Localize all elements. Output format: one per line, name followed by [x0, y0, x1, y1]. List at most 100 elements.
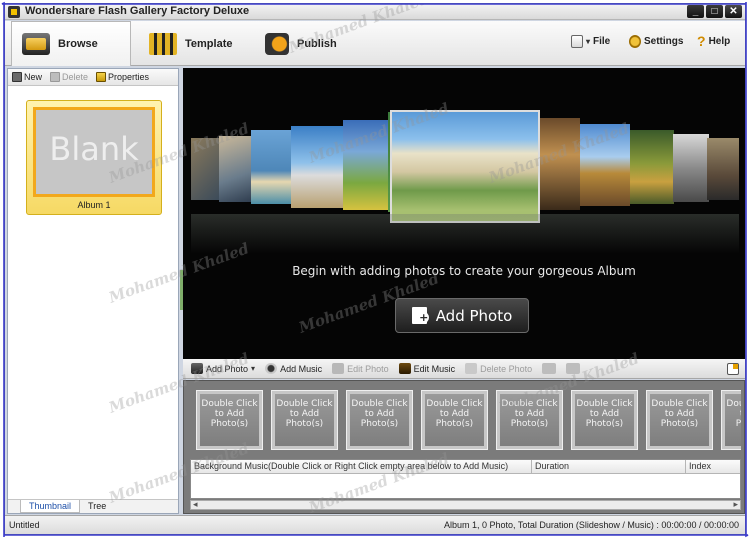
- photo-slot[interactable]: Double Click to Add Photo(s): [496, 390, 563, 450]
- photo-slot-label: Double Click to Add Photo(s): [725, 394, 741, 446]
- storyboard-add-photo-button[interactable]: Add Photo ▾: [191, 363, 255, 374]
- photo-slot[interactable]: Double Click to Add Photo(s): [721, 390, 741, 450]
- scroll-left-icon[interactable]: ◂: [193, 499, 198, 510]
- tab-tree[interactable]: Tree: [80, 500, 114, 513]
- tab-publish[interactable]: Publish: [255, 21, 355, 66]
- add-photo-button-label: Add Photo: [435, 306, 513, 325]
- status-summary: Album 1, 0 Photo, Total Duration (Slides…: [443, 520, 739, 530]
- gear-icon: [629, 35, 641, 48]
- rotate-left-button[interactable]: [542, 363, 557, 374]
- minimize-button[interactable]: _: [687, 5, 704, 18]
- window-title: Wondershare Flash Gallery Factory Deluxe: [25, 5, 250, 17]
- add-music-label: Add Music: [280, 363, 323, 374]
- photo-slot[interactable]: Double Click to Add Photo(s): [571, 390, 638, 450]
- new-album-button[interactable]: New: [12, 72, 42, 82]
- file-menu-label: File: [593, 36, 611, 47]
- app-logo-icon: [8, 6, 20, 18]
- preview-photo: [251, 130, 295, 204]
- photo-slot-label: Double Click to Add Photo(s): [575, 394, 634, 446]
- add-photo-icon: [411, 307, 429, 324]
- photo-slot[interactable]: Double Click to Add Photo(s): [346, 390, 413, 450]
- edit-photo-icon: [332, 363, 345, 374]
- trash-icon: [50, 72, 61, 82]
- properties-icon: [96, 72, 107, 82]
- tab-publish-label: Publish: [297, 37, 337, 50]
- photo-slot[interactable]: Double Click to Add Photo(s): [421, 390, 488, 450]
- album-toolbar: New Delete Properties: [8, 69, 178, 86]
- title-bar: Wondershare Flash Gallery Factory Deluxe…: [5, 4, 745, 20]
- scroll-right-icon[interactable]: ▸: [733, 499, 738, 510]
- tab-template-label: Template: [185, 37, 233, 50]
- delete-photo-button[interactable]: Delete Photo: [465, 363, 532, 374]
- photo-slots: Double Click to Add Photo(s) Double Click…: [190, 385, 741, 457]
- add-photo-icon: [191, 363, 203, 374]
- music-track-table[interactable]: Background Music(Double Click or Right C…: [190, 459, 741, 499]
- add-photo-button[interactable]: Add Photo: [395, 298, 529, 333]
- photo-slot[interactable]: Double Click to Add Photo(s): [646, 390, 713, 450]
- edit-music-icon: [398, 363, 411, 374]
- edit-photo-button[interactable]: Edit Photo: [332, 363, 389, 374]
- photo-slot-label: Double Click to Add Photo(s): [350, 394, 409, 446]
- file-icon: [571, 35, 583, 48]
- preview-photo: [343, 120, 393, 210]
- preview-photo: [707, 138, 739, 200]
- stage-caption: Begin with adding photos to create your …: [292, 264, 636, 278]
- app-window: Wondershare Flash Gallery Factory Deluxe…: [4, 3, 746, 535]
- photo-slot-label: Double Click to Add Photo(s): [425, 394, 484, 446]
- preview-photo: [673, 134, 709, 202]
- file-menu[interactable]: ▾ File: [571, 35, 610, 48]
- column-divider: [685, 460, 686, 474]
- album-item[interactable]: Blank Album 1: [26, 100, 162, 215]
- close-button[interactable]: ✕: [725, 5, 742, 18]
- tab-browse-label: Browse: [58, 38, 98, 50]
- template-icon: [149, 32, 177, 55]
- storyboard-add-photo-label: Add Photo: [206, 363, 249, 374]
- properties-button[interactable]: Properties: [96, 72, 149, 82]
- column-background-music: Background Music(Double Click or Right C…: [194, 461, 509, 471]
- status-bar: Untitled Album 1, 0 Photo, Total Duratio…: [5, 515, 745, 534]
- storyboard: Double Click to Add Photo(s) Double Click…: [183, 380, 745, 514]
- photo-slot-label: Double Click to Add Photo(s): [650, 394, 709, 446]
- tab-browse[interactable]: Browse: [11, 21, 131, 66]
- preview-reflection: [191, 214, 739, 254]
- properties-label: Properties: [108, 72, 150, 82]
- album-preview-stage: Begin with adding photos to create your …: [183, 68, 745, 359]
- storyboard-scrollbar[interactable]: ◂ ▸: [190, 499, 741, 510]
- rotate-left-icon: [542, 363, 557, 374]
- preview-photo: [580, 124, 630, 206]
- help-menu[interactable]: ? Help: [697, 33, 731, 49]
- album-panel: New Delete Properties Blank Album 1 Thum…: [7, 68, 179, 514]
- storyboard-toolbar: Add Photo ▾ Add Music Edit Photo Edit Mu…: [183, 359, 745, 379]
- music-table-header: Background Music(Double Click or Right C…: [191, 460, 740, 474]
- album-name: Album 1: [77, 200, 111, 210]
- tab-template[interactable]: Template: [139, 21, 249, 66]
- settings-menu[interactable]: Settings: [629, 35, 683, 48]
- edit-music-label: Edit Music: [413, 363, 456, 374]
- help-icon: ?: [697, 33, 706, 49]
- settings-menu-label: Settings: [644, 36, 684, 47]
- column-index: Index: [689, 461, 712, 471]
- photo-slot-label: Double Click to Add Photo(s): [200, 394, 259, 446]
- album-thumbnail: Blank: [33, 107, 155, 197]
- photo-slot[interactable]: Double Click to Add Photo(s): [271, 390, 338, 450]
- photo-slot[interactable]: Double Click to Add Photo(s): [196, 390, 263, 450]
- album-thumbnail-text: Blank: [49, 130, 139, 168]
- delete-album-button[interactable]: Delete: [50, 72, 88, 82]
- tab-thumbnail[interactable]: Thumbnail: [20, 500, 81, 513]
- preview-photo: [191, 138, 221, 200]
- chevron-down-icon: ▾: [586, 37, 591, 46]
- add-music-button[interactable]: Add Music: [265, 363, 322, 374]
- rotate-right-button[interactable]: [566, 363, 581, 374]
- album-view-tabs: Thumbnail Tree: [8, 499, 178, 513]
- maximize-button[interactable]: □: [706, 5, 723, 18]
- delete-album-label: Delete: [62, 72, 89, 82]
- photo-slot-label: Double Click to Add Photo(s): [500, 394, 559, 446]
- edit-music-button[interactable]: Edit Music: [398, 363, 456, 374]
- status-project-name: Untitled: [9, 520, 40, 530]
- help-menu-label: Help: [708, 36, 731, 47]
- toggle-panel-icon[interactable]: [727, 363, 739, 375]
- new-icon: [12, 72, 22, 82]
- window-controls: _ □ ✕: [687, 5, 742, 18]
- main-toolbar: Browse Template Publish ▾ File Settings …: [5, 21, 745, 66]
- rotate-right-icon: [566, 363, 581, 374]
